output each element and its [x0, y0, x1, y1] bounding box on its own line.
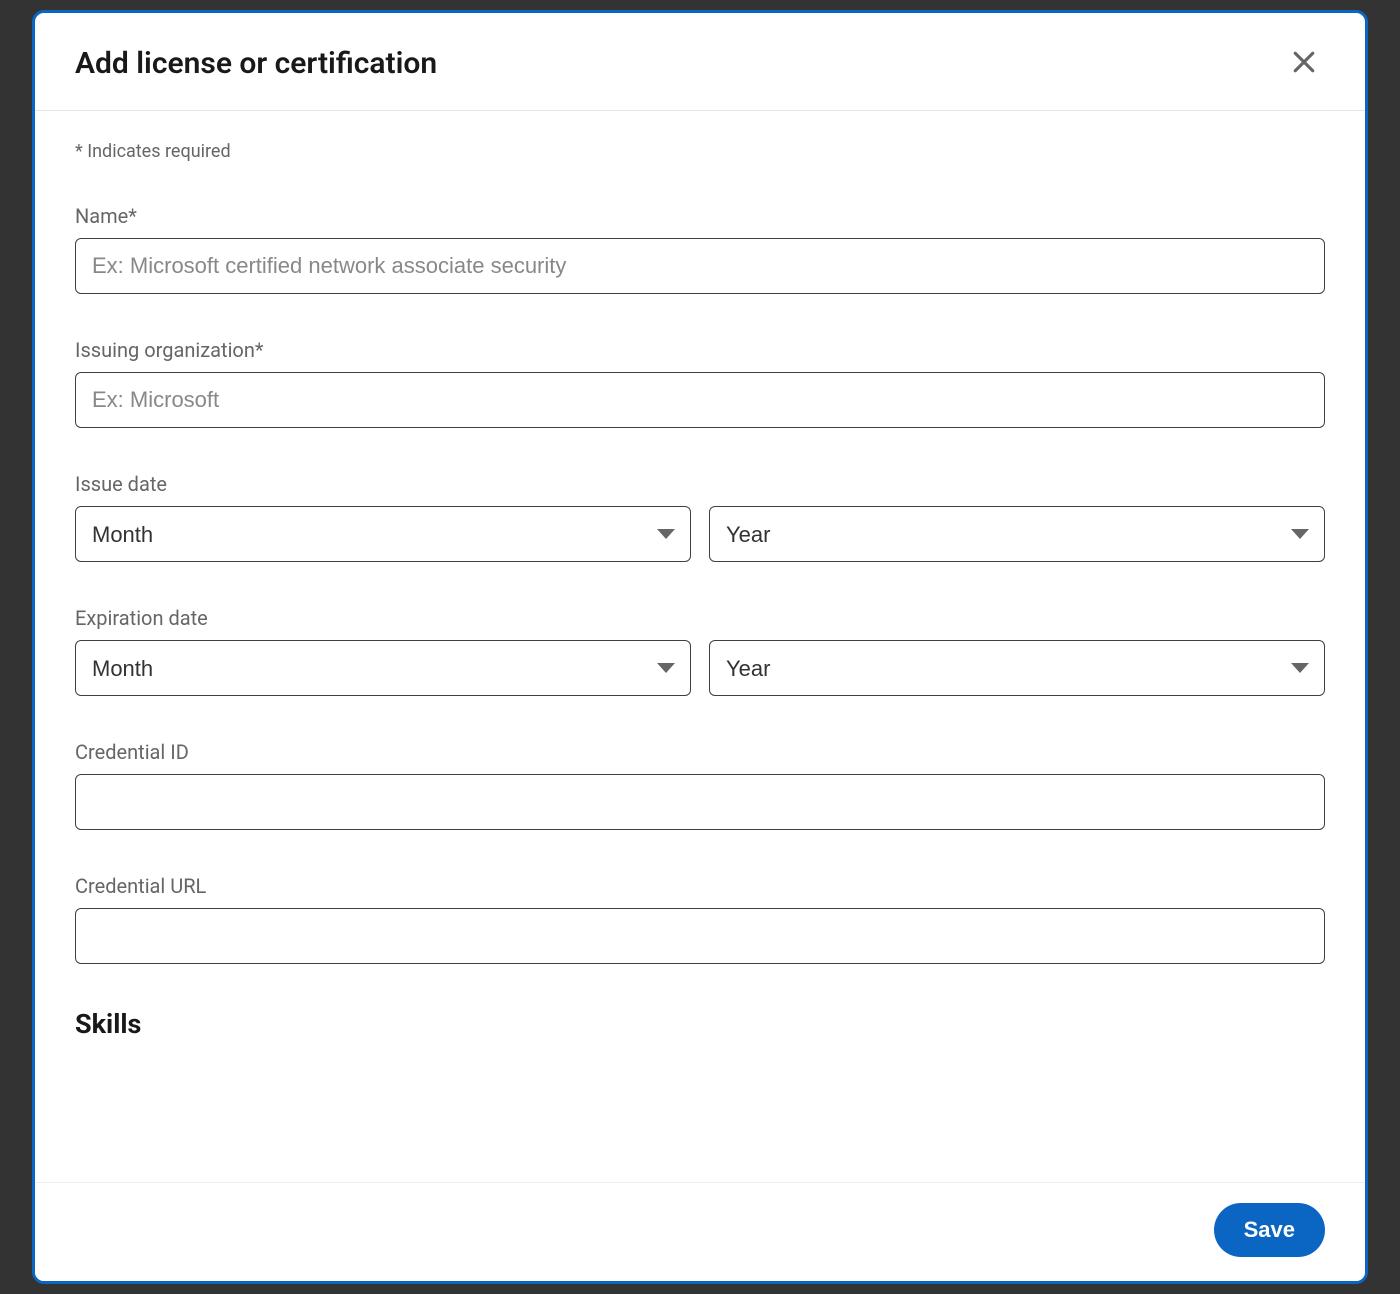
credential-id-label: Credential ID: [75, 740, 1325, 764]
issue-year-select-wrap: Year: [709, 506, 1325, 562]
credential-url-field-group: Credential URL: [75, 874, 1325, 964]
expiration-month-select[interactable]: Month: [75, 640, 691, 696]
credential-url-label: Credential URL: [75, 874, 1325, 898]
add-license-modal: Add license or certification * Indicates…: [32, 10, 1368, 1284]
expiration-year-select-wrap: Year: [709, 640, 1325, 696]
issue-date-row: Month Year: [75, 506, 1325, 562]
modal-title: Add license or certification: [75, 46, 437, 81]
name-field-group: Name*: [75, 204, 1325, 294]
modal-header: Add license or certification: [35, 13, 1365, 111]
close-icon: [1289, 47, 1319, 80]
issue-date-label: Issue date: [75, 472, 1325, 496]
issue-month-select[interactable]: Month: [75, 506, 691, 562]
issuing-org-field-group: Issuing organization*: [75, 338, 1325, 428]
modal-body: * Indicates required Name* Issuing organ…: [35, 111, 1365, 1182]
issue-date-field-group: Issue date Month Year: [75, 472, 1325, 562]
expiration-date-row: Month Year: [75, 640, 1325, 696]
save-button[interactable]: Save: [1214, 1203, 1325, 1257]
close-button[interactable]: [1283, 41, 1325, 86]
issue-month-select-wrap: Month: [75, 506, 691, 562]
expiration-year-select[interactable]: Year: [709, 640, 1325, 696]
expiration-date-field-group: Expiration date Month Year: [75, 606, 1325, 696]
required-indicator-note: * Indicates required: [75, 141, 1325, 162]
credential-id-field-group: Credential ID: [75, 740, 1325, 830]
expiration-month-select-wrap: Month: [75, 640, 691, 696]
credential-url-input[interactable]: [75, 908, 1325, 964]
issue-year-select[interactable]: Year: [709, 506, 1325, 562]
name-input[interactable]: [75, 238, 1325, 294]
expiration-date-label: Expiration date: [75, 606, 1325, 630]
skills-heading: Skills: [75, 1008, 1325, 1040]
issuing-org-label: Issuing organization*: [75, 338, 1325, 362]
modal-footer: Save: [35, 1182, 1365, 1281]
name-label: Name*: [75, 204, 1325, 228]
credential-id-input[interactable]: [75, 774, 1325, 830]
issuing-org-input[interactable]: [75, 372, 1325, 428]
